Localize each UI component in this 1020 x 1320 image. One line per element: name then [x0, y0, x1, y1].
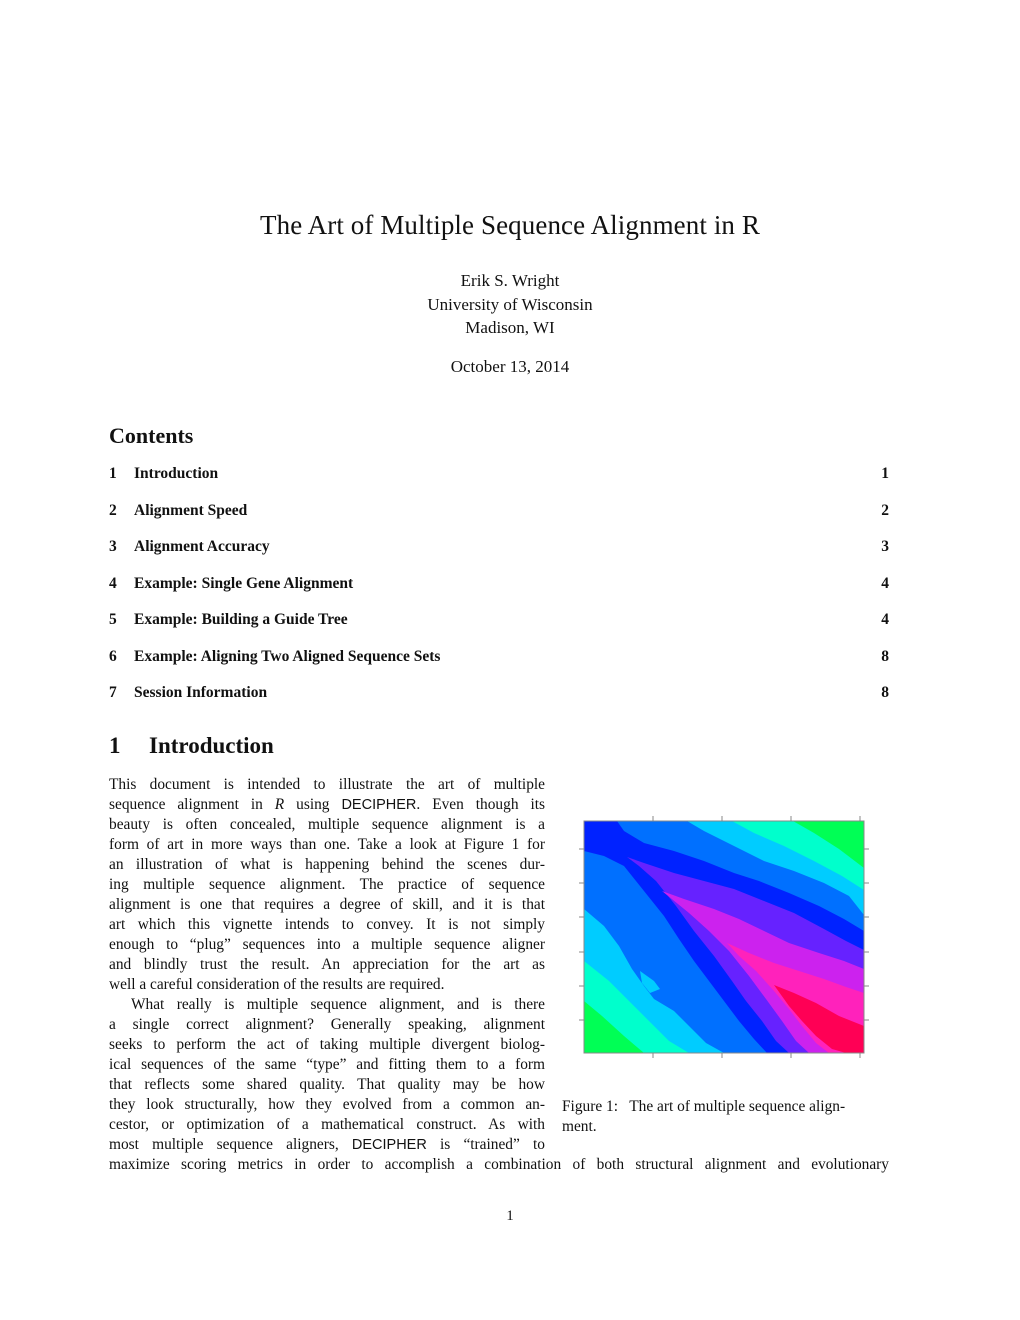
text-line: cestor, or optimization of a mathematica…: [109, 1116, 545, 1133]
text-line: form of art in more ways than one. Take …: [109, 836, 545, 853]
toc-entry-page[interactable]: 3: [881, 538, 889, 556]
toc-entry-page[interactable]: 8: [881, 684, 889, 702]
toc-entry-page[interactable]: 4: [881, 575, 889, 593]
toc-entry[interactable]: 6 Example: Aligning Two Aligned Sequence …: [109, 648, 889, 668]
toc-entry-label[interactable]: Alignment Accuracy: [134, 538, 270, 556]
document-date: October 13, 2014: [450, 357, 570, 376]
toc-entry[interactable]: 7 Session Information 8: [109, 684, 889, 704]
section-number: 1: [109, 733, 121, 758]
toc-entry[interactable]: 5 Example: Building a Guide Tree 4: [109, 611, 889, 631]
text-line: seeks to perform the act of taking multi…: [109, 1036, 545, 1053]
author-name: Erik S. Wright: [460, 271, 560, 290]
intro-paragraph-1: This document is intended to illustrate …: [109, 775, 545, 995]
contents-heading: Contents: [109, 423, 194, 448]
toc-entry[interactable]: 2 Alignment Speed 2: [109, 502, 889, 522]
caption-line: Figure 1: The art of multiple sequence a…: [562, 1098, 846, 1115]
section-title: Introduction: [149, 733, 274, 758]
toc-entry-number: 3: [109, 538, 117, 555]
text-line: alignment is one that requires a degree …: [109, 896, 545, 913]
document-title: The Art of Multiple Sequence Alignment i…: [260, 210, 760, 240]
text-line: most multiple sequence aligners, DECIPHE…: [109, 1136, 545, 1153]
math-italic-r: R: [274, 796, 285, 813]
toc-entry-label[interactable]: Example: Single Gene Alignment: [134, 575, 353, 593]
toc-entry-label[interactable]: Example: Building a Guide Tree: [134, 611, 348, 629]
toc-entry-page[interactable]: 2: [881, 502, 889, 520]
toc-entry-label[interactable]: Session Information: [134, 684, 267, 702]
text-line: ing multiple sequence alignment. The pra…: [109, 876, 545, 893]
text-line: a single correct alignment? Generally sp…: [109, 1016, 545, 1033]
toc-entry-page[interactable]: 1: [881, 465, 889, 483]
text-line: This document is intended to illustrate …: [109, 776, 545, 793]
toc-entry-label[interactable]: Alignment Speed: [134, 502, 247, 520]
author-affiliation: University of Wisconsin: [427, 295, 593, 314]
toc-entry-page[interactable]: 4: [881, 611, 889, 629]
author-location: Madison, WI: [465, 318, 555, 337]
toc-entry-number: 1: [109, 465, 117, 482]
toc-entry-number: 7: [109, 684, 117, 701]
figure-1-caption: Figure 1: The art of multiple sequence a…: [562, 1097, 890, 1137]
page-number: 1: [506, 1208, 514, 1224]
text-line: that reflects some shared quality. That …: [109, 1076, 545, 1093]
toc-entry-number: 4: [109, 575, 117, 592]
toc-entry-number: 6: [109, 648, 117, 665]
package-name: DECIPHER: [341, 797, 417, 813]
package-name: DECIPHER: [351, 1137, 427, 1153]
text-line: well a careful consideration of the resu…: [109, 976, 445, 993]
intro-paragraph-2: What really is multiple sequence alignme…: [109, 995, 545, 1155]
toc-entry[interactable]: 3 Alignment Accuracy 3: [109, 538, 889, 558]
text-line: and blindly trust the result. An appreci…: [109, 956, 545, 973]
caption-line: ment.: [562, 1118, 597, 1135]
toc-entry-label[interactable]: Example: Aligning Two Aligned Sequence S…: [134, 648, 440, 666]
toc-entry[interactable]: 4 Example: Single Gene Alignment 4: [109, 575, 889, 595]
text-line: they look structurally, how they evolved…: [109, 1096, 545, 1113]
toc-entry[interactable]: 1 Introduction 1: [109, 465, 889, 485]
figure-1-contour-plot: [579, 816, 869, 1058]
text-line: art which this vignette intends to conve…: [109, 916, 545, 933]
toc-entry-number: 5: [109, 611, 117, 628]
text-line: ical sequences of the same “type” and fi…: [109, 1056, 545, 1073]
toc-entry-label[interactable]: Introduction: [134, 465, 218, 483]
toc-entry-page[interactable]: 8: [881, 648, 889, 666]
text-line: beauty is often concealed, multiple sequ…: [109, 816, 545, 833]
text-line: What really is multiple sequence alignme…: [131, 996, 545, 1013]
text-line: enough to “plug” sequences into a multip…: [109, 936, 545, 953]
body-text-line: maximize scoring metrics in order to acc…: [109, 1156, 889, 1173]
text-line: an illustration of what is happening beh…: [109, 856, 545, 873]
text-line: sequence alignment in R using DECIPHER. …: [109, 796, 546, 813]
toc-entry-number: 2: [109, 502, 117, 519]
